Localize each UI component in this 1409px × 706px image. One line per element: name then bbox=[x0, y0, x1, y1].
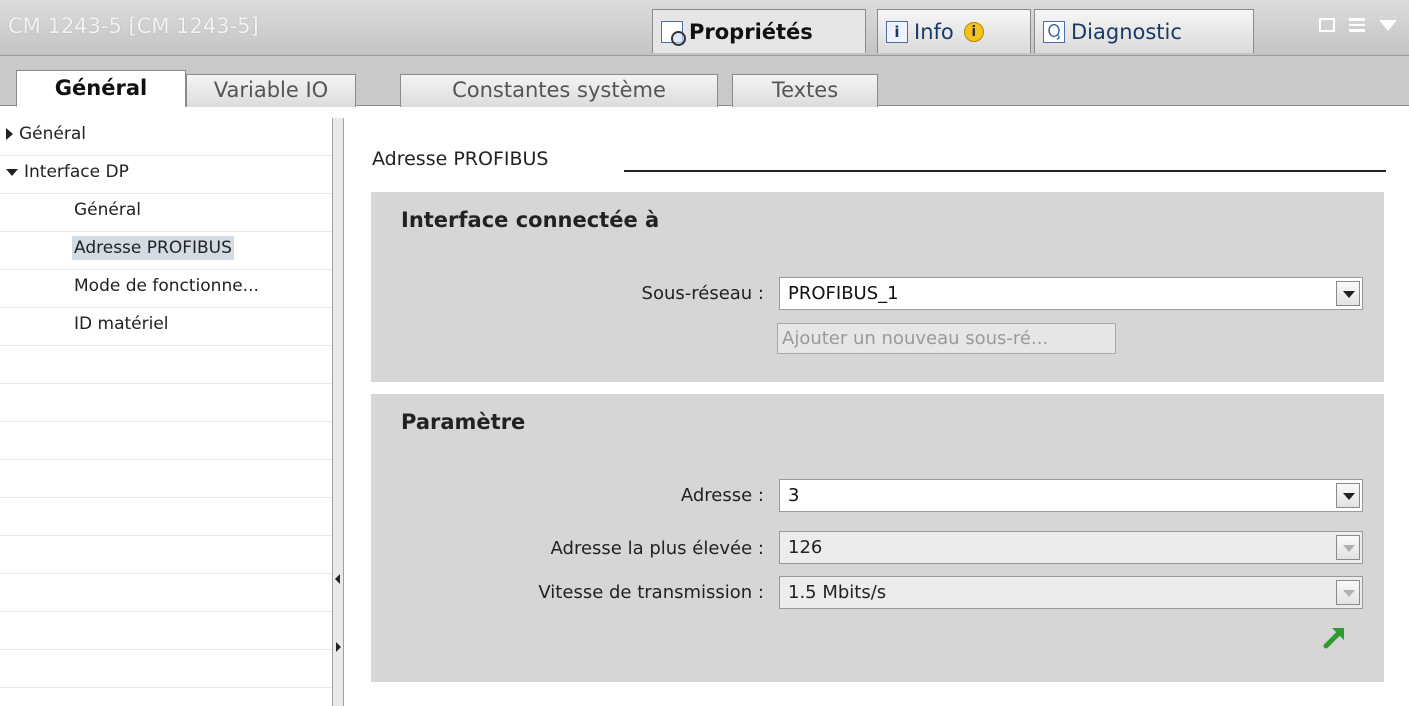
collapse-arrow-icon[interactable] bbox=[6, 168, 18, 176]
highest-address-label: Adresse la plus élevée : bbox=[550, 538, 764, 559]
section-divider bbox=[624, 170, 1386, 172]
window-title: CM 1243-5 [CM 1243-5] bbox=[8, 14, 259, 38]
dropdown-arrow-icon[interactable] bbox=[1336, 281, 1360, 306]
tab-info[interactable]: i Info i bbox=[877, 9, 1031, 53]
diagnostic-icon: Ⴓ bbox=[1043, 20, 1065, 43]
info-icon: i bbox=[886, 20, 908, 43]
info-warning-icon: i bbox=[963, 21, 984, 42]
nav-empty-row bbox=[0, 498, 332, 536]
list-menu-icon[interactable] bbox=[1349, 18, 1365, 32]
tab-texts[interactable]: Textes bbox=[732, 74, 878, 107]
dropdown-arrow-icon[interactable] bbox=[1336, 483, 1360, 508]
nav-empty-row bbox=[0, 612, 332, 650]
nav-item-hardware-id[interactable]: ID matériel bbox=[0, 308, 332, 346]
interface-connected-group: Interface connectée à Sous-réseau : PROF… bbox=[371, 192, 1384, 382]
nav-item-dp-interface[interactable]: Interface DP bbox=[0, 156, 332, 194]
properties-titlebar: CM 1243-5 [CM 1243-5] Propriétés i Info … bbox=[0, 0, 1409, 56]
address-value: 3 bbox=[788, 485, 800, 506]
dropdown-arrow-icon bbox=[1336, 580, 1360, 605]
section-tab-bar: Général Variable IO Constantes système T… bbox=[0, 56, 1409, 107]
nav-empty-row bbox=[0, 346, 332, 384]
goto-arrow-icon[interactable] bbox=[1322, 624, 1348, 650]
subnet-value: PROFIBUS_1 bbox=[788, 283, 899, 304]
subnet-label: Sous-réseau : bbox=[641, 283, 764, 304]
pane-splitter[interactable] bbox=[332, 118, 344, 706]
transmission-speed-select: 1.5 Mbits/s bbox=[779, 576, 1363, 609]
expand-right-icon[interactable] bbox=[336, 642, 341, 652]
highest-address-select: 126 bbox=[779, 531, 1363, 564]
tab-variable-io[interactable]: Variable IO bbox=[186, 74, 356, 107]
nav-empty-row bbox=[0, 422, 332, 460]
tab-general[interactable]: Général bbox=[16, 70, 186, 107]
tab-properties-label: Propriétés bbox=[689, 19, 813, 44]
nav-item-profibus-address[interactable]: Adresse PROFIBUS bbox=[0, 232, 332, 270]
tab-diagnostic-label: Diagnostic bbox=[1071, 19, 1182, 44]
navigation-tree: Général Interface DP Général Adresse PRO… bbox=[0, 118, 332, 706]
parameter-group-title: Paramètre bbox=[401, 410, 526, 434]
add-subnet-button[interactable]: Ajouter un nouveau sous-ré... bbox=[777, 323, 1116, 354]
transmission-speed-value: 1.5 Mbits/s bbox=[788, 582, 887, 603]
tab-info-label: Info bbox=[914, 19, 954, 44]
chevron-down-icon[interactable] bbox=[1379, 19, 1397, 31]
tab-properties[interactable]: Propriétés bbox=[652, 9, 866, 53]
restore-window-icon[interactable] bbox=[1319, 18, 1335, 32]
nav-item-general[interactable]: Général bbox=[0, 118, 332, 156]
subnet-select[interactable]: PROFIBUS_1 bbox=[779, 277, 1363, 310]
transmission-speed-label: Vitesse de transmission : bbox=[538, 582, 764, 603]
nav-empty-row bbox=[0, 650, 332, 688]
address-label: Adresse : bbox=[680, 485, 764, 506]
nav-empty-row bbox=[0, 460, 332, 498]
parameter-group: Paramètre Adresse : 3 Adresse la plus él… bbox=[371, 394, 1384, 682]
nav-empty-row bbox=[0, 384, 332, 422]
interface-group-title: Interface connectée à bbox=[401, 208, 660, 232]
dropdown-arrow-icon bbox=[1336, 535, 1360, 560]
tab-system-constants[interactable]: Constantes système bbox=[400, 74, 718, 107]
nav-item-operating-mode[interactable]: Mode de fonctionne... bbox=[0, 270, 332, 308]
highest-address-value: 126 bbox=[788, 537, 823, 558]
properties-icon bbox=[661, 20, 686, 46]
expand-arrow-icon[interactable] bbox=[6, 128, 13, 140]
collapse-left-icon[interactable] bbox=[335, 574, 340, 584]
nav-empty-row bbox=[0, 574, 332, 612]
tab-diagnostic[interactable]: Ⴓ Diagnostic bbox=[1034, 9, 1254, 53]
window-controls bbox=[1319, 18, 1397, 32]
nav-item-dp-general[interactable]: Général bbox=[0, 194, 332, 232]
address-select[interactable]: 3 bbox=[779, 479, 1363, 512]
section-title: Adresse PROFIBUS bbox=[372, 148, 549, 170]
nav-empty-row bbox=[0, 536, 332, 574]
